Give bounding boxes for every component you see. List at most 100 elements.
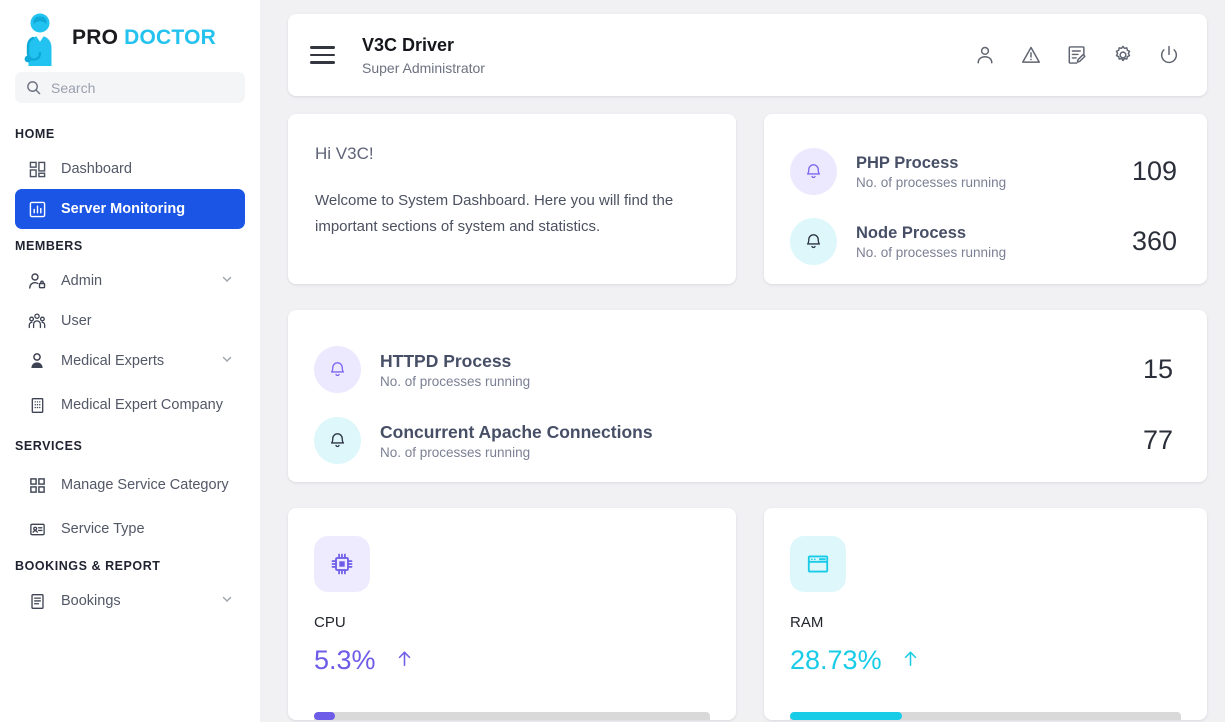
bell-icon (328, 431, 347, 450)
power-icon[interactable] (1157, 43, 1181, 67)
dashboard-row-1: Hi V3C! Welcome to System Dashboard. Her… (288, 114, 1207, 284)
app-root: PRO DOCTOR HOME Dashboa (0, 0, 1225, 722)
sidebar-item-label: Dashboard (61, 160, 132, 178)
ram-metric-card: RAM 28.73% (764, 508, 1207, 720)
bell-icon-badge (314, 346, 361, 393)
bell-icon (804, 232, 823, 251)
sidebar-item-medical-experts[interactable]: Medical Experts (15, 341, 245, 381)
chevron-down-icon[interactable] (221, 593, 233, 609)
chevron-down-icon[interactable] (221, 353, 233, 369)
sidebar-item-user[interactable]: User (15, 301, 245, 341)
header-actions (973, 43, 1181, 67)
sidebar-item-label: Bookings (61, 592, 121, 610)
search-box[interactable] (15, 72, 245, 103)
process-row: PHP Process No. of processes running 109 (790, 136, 1177, 206)
nav-section-home: HOME (0, 117, 260, 149)
welcome-body: Welcome to System Dashboard. Here you wi… (315, 188, 706, 240)
sidebar-item-label: Admin (61, 272, 102, 290)
sidebar-item-label: User (61, 312, 92, 330)
sidebar-item-label: Server Monitoring (61, 200, 185, 218)
cpu-progress-track (314, 712, 710, 720)
process-value: 15 (1143, 354, 1173, 385)
process-summary-card-top: PHP Process No. of processes running 109… (764, 114, 1207, 284)
chevron-down-icon[interactable] (221, 273, 233, 289)
process-value: 77 (1143, 425, 1173, 456)
sidebar-item-dashboard[interactable]: Dashboard (15, 149, 245, 189)
warning-triangle-icon[interactable] (1019, 43, 1043, 67)
user-lock-icon (27, 271, 47, 291)
process-row: Node Process No. of processes running 36… (790, 206, 1177, 276)
edit-document-icon[interactable] (1065, 43, 1089, 67)
hamburger-menu-icon[interactable] (310, 44, 336, 66)
brand-logo[interactable]: PRO DOCTOR (0, 0, 260, 72)
page-title: V3C Driver (362, 34, 485, 57)
process-row: Concurrent Apache Connections No. of pro… (314, 405, 1173, 476)
process-name: PHP Process (856, 152, 1006, 174)
ram-icon-badge (790, 536, 846, 592)
cpu-value: 5.3% (314, 645, 376, 676)
search-icon (26, 80, 41, 95)
process-text: Node Process No. of processes running (856, 222, 1006, 260)
ram-progress-track (790, 712, 1181, 720)
bar-chart-icon (27, 199, 47, 219)
process-text: PHP Process No. of processes running (856, 152, 1006, 190)
page-title-block: V3C Driver Super Administrator (362, 34, 485, 75)
ram-progress-fill (790, 712, 902, 720)
building-icon (27, 395, 47, 415)
process-summary-card-wide: HTTPD Process No. of processes running 1… (288, 310, 1207, 482)
process-name: HTTPD Process (380, 350, 530, 374)
process-value: 360 (1132, 226, 1177, 257)
trend-up-icon (900, 648, 921, 674)
process-subtitle: No. of processes running (380, 445, 653, 460)
gear-icon[interactable] (1111, 43, 1135, 67)
nav-section-members: MEMBERS (0, 229, 260, 261)
sidebar-item-label: Manage Service Category (61, 476, 229, 494)
search-container (0, 72, 260, 103)
ram-label: RAM (790, 614, 1181, 631)
bell-icon-badge (314, 417, 361, 464)
dashboard-grid-icon (27, 159, 47, 179)
ram-value: 28.73% (790, 645, 882, 676)
process-subtitle: No. of processes running (856, 175, 1006, 190)
welcome-card: Hi V3C! Welcome to System Dashboard. Her… (288, 114, 736, 284)
nav-section-services: SERVICES (0, 429, 260, 461)
search-input[interactable] (51, 80, 234, 96)
list-document-icon (27, 591, 47, 611)
process-value: 109 (1132, 156, 1177, 187)
bell-icon (804, 162, 823, 181)
sidebar-item-manage-service-category[interactable]: Manage Service Category (15, 461, 245, 509)
page-subtitle: Super Administrator (362, 60, 485, 76)
sidebar-item-label: Medical Expert Company (61, 396, 223, 414)
sidebar-item-service-type[interactable]: Service Type (15, 509, 245, 549)
sidebar-item-medical-expert-company[interactable]: Medical Expert Company (15, 381, 245, 429)
users-group-icon (27, 311, 47, 331)
trend-up-icon (394, 648, 415, 674)
dashboard-row-3: CPU 5.3% (288, 508, 1207, 720)
sidebar-item-admin[interactable]: Admin (15, 261, 245, 301)
sidebar-item-label: Medical Experts (61, 352, 164, 370)
cpu-progress-fill (314, 712, 335, 720)
cpu-icon-badge (314, 536, 370, 592)
process-subtitle: No. of processes running (380, 374, 530, 389)
cpu-label: CPU (314, 614, 710, 631)
doctor-logo-icon (14, 10, 66, 66)
cpu-metric-card: CPU 5.3% (288, 508, 736, 720)
nav-section-bookings-report: BOOKINGS & REPORT (0, 549, 260, 581)
profile-icon[interactable] (973, 43, 997, 67)
bell-icon (328, 360, 347, 379)
grid-squares-icon (27, 475, 47, 495)
cpu-chip-icon (329, 551, 355, 577)
process-name: Concurrent Apache Connections (380, 421, 653, 445)
process-text: HTTPD Process No. of processes running (380, 350, 530, 390)
ram-window-icon (805, 551, 831, 577)
process-subtitle: No. of processes running (856, 245, 1006, 260)
brand-pro: PRO (72, 26, 118, 49)
sidebar-item-server-monitoring[interactable]: Server Monitoring (15, 189, 245, 229)
brand-wordmark: PRO DOCTOR (72, 26, 216, 50)
sidebar-item-bookings[interactable]: Bookings (15, 581, 245, 621)
ram-value-row: 28.73% (790, 645, 1181, 676)
cpu-value-row: 5.3% (314, 645, 710, 676)
person-icon (27, 351, 47, 371)
main-content: V3C Driver Super Administrator (260, 0, 1225, 722)
page-header: V3C Driver Super Administrator (288, 14, 1207, 96)
